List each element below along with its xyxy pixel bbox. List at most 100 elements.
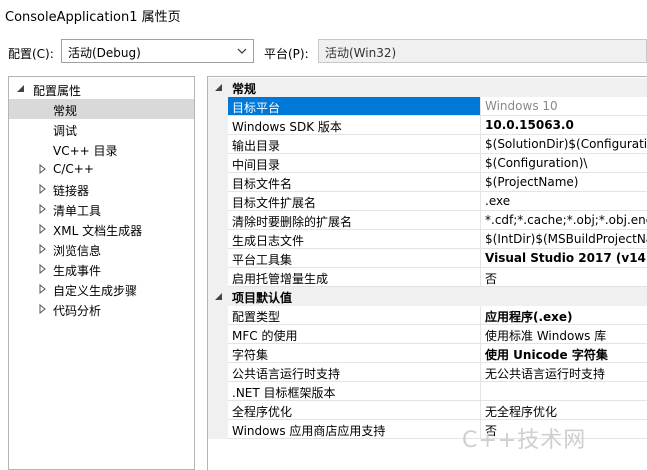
collapsed-triangle-icon[interactable] xyxy=(39,284,47,294)
platform-dropdown-value: 活动(Win32) xyxy=(325,46,397,60)
property-name: 字符集 xyxy=(232,348,269,362)
property-name: 输出目录 xyxy=(232,139,281,153)
property-name: .NET 目标框架版本 xyxy=(232,386,336,400)
property-tree: 配置属性 常规 调试 VC++ 目录 C/C++ 链接器 清单工具 XML 文档… xyxy=(8,76,195,470)
property-value: $(ProjectName) xyxy=(485,175,579,189)
category-project-defaults[interactable]: 项目默认值 xyxy=(208,287,647,306)
category-general[interactable]: 常规 xyxy=(208,78,647,97)
platform-label: 平台(P): xyxy=(264,47,309,61)
property-row-clr-support[interactable]: 公共语言运行时支持 无公共语言运行时支持 xyxy=(208,363,647,382)
tree-item-xml-doc-generator[interactable]: XML 文档生成器 xyxy=(9,219,194,239)
collapsed-triangle-icon[interactable] xyxy=(39,224,47,234)
property-value: 否 xyxy=(485,272,498,286)
property-value: 应用程序(.exe) xyxy=(485,310,573,324)
expanded-triangle-icon[interactable] xyxy=(214,83,223,92)
property-name: Windows SDK 版本 xyxy=(232,120,342,134)
property-name: 目标文件名 xyxy=(232,177,293,191)
expanded-triangle-icon[interactable] xyxy=(214,292,223,301)
property-value: 无公共语言运行时支持 xyxy=(485,367,606,381)
chevron-down-icon xyxy=(237,48,247,54)
property-value: Windows 10 xyxy=(485,99,558,113)
window-title: ConsoleApplication1 属性页 xyxy=(5,10,181,25)
platform-dropdown[interactable]: 活动(Win32) xyxy=(318,39,647,63)
tree-item-label: 代码分析 xyxy=(53,304,102,318)
property-row-target-name[interactable]: 目标文件名 $(ProjectName) xyxy=(208,173,647,192)
property-name: 平台工具集 xyxy=(232,253,293,267)
config-dropdown[interactable]: 活动(Debug) xyxy=(61,39,254,63)
tree-item-label: 常规 xyxy=(53,104,78,118)
property-name: MFC 的使用 xyxy=(232,329,298,343)
tree-item-linker[interactable]: 链接器 xyxy=(9,179,194,199)
tree-item-label: XML 文档生成器 xyxy=(53,224,143,238)
property-row-net-target-framework[interactable]: .NET 目标框架版本 xyxy=(208,382,647,401)
property-name: 目标文件扩展名 xyxy=(232,196,317,210)
tree-item-label: 生成事件 xyxy=(53,264,102,278)
tree-item-build-events[interactable]: 生成事件 xyxy=(9,259,194,279)
tree-root-config-properties[interactable]: 配置属性 xyxy=(9,79,194,99)
property-value: $(SolutionDir)$(Configuration)\ xyxy=(485,137,647,151)
property-row-windows-sdk-version[interactable]: Windows SDK 版本 10.0.15063.0 xyxy=(208,116,647,135)
tree-item-label: C/C++ xyxy=(53,162,94,176)
property-row-whole-program-optimization[interactable]: 全程序优化 无全程序优化 xyxy=(208,401,647,420)
config-label: 配置(C): xyxy=(8,47,54,61)
property-value: *.cdf;*.cache;*.obj;*.obj.enc;*.ilk xyxy=(485,213,647,227)
property-name: 全程序优化 xyxy=(232,405,293,419)
property-row-platform-toolset[interactable]: 平台工具集 Visual Studio 2017 (v141) xyxy=(208,249,647,268)
title-bar: ConsoleApplication1 属性页 xyxy=(0,0,647,30)
property-value: 10.0.15063.0 xyxy=(485,118,574,132)
tree-item-general[interactable]: 常规 xyxy=(9,99,194,119)
property-row-configuration-type[interactable]: 配置类型 应用程序(.exe) xyxy=(208,306,647,325)
property-name: 目标平台 xyxy=(232,101,281,115)
tree-item-code-analysis[interactable]: 代码分析 xyxy=(9,299,194,319)
collapsed-triangle-icon[interactable] xyxy=(39,244,47,254)
property-value: $(Configuration)\ xyxy=(485,156,588,170)
tree-item-label: 浏览信息 xyxy=(53,244,102,258)
tree-item-label: 清单工具 xyxy=(53,204,102,218)
property-row-intermediate-directory[interactable]: 中间目录 $(Configuration)\ xyxy=(208,154,647,173)
property-row-extensions-to-delete[interactable]: 清除时要删除的扩展名 *.cdf;*.cache;*.obj;*.obj.enc… xyxy=(208,211,647,230)
property-row-build-log-file[interactable]: 生成日志文件 $(IntDir)$(MSBuildProjectName).lo… xyxy=(208,230,647,249)
property-row-target-extension[interactable]: 目标文件扩展名 .exe xyxy=(208,192,647,211)
property-row-managed-incremental-build[interactable]: 启用托管增量生成 否 xyxy=(208,268,647,287)
config-dropdown-value: 活动(Debug) xyxy=(68,46,141,60)
tree-item-vc-directories[interactable]: VC++ 目录 xyxy=(9,139,194,159)
property-value: .exe xyxy=(485,194,511,208)
collapsed-triangle-icon[interactable] xyxy=(39,184,47,194)
property-name: 中间目录 xyxy=(232,158,281,172)
tree-root-label: 配置属性 xyxy=(33,84,82,98)
watermark: C++技术网 xyxy=(462,428,587,453)
property-row-output-directory[interactable]: 输出目录 $(SolutionDir)$(Configuration)\ xyxy=(208,135,647,154)
tree-item-cpp[interactable]: C/C++ xyxy=(9,159,194,179)
category-label: 项目默认值 xyxy=(232,291,293,305)
property-name: 生成日志文件 xyxy=(232,234,305,248)
property-value: 无全程序优化 xyxy=(485,405,558,419)
property-value: Visual Studio 2017 (v141) xyxy=(485,251,647,265)
expanded-triangle-icon xyxy=(17,85,24,92)
property-row-target-platform[interactable]: 目标平台 Windows 10 xyxy=(208,97,647,116)
collapsed-triangle-icon[interactable] xyxy=(39,304,47,314)
property-value: 使用 Unicode 字符集 xyxy=(485,348,608,362)
collapsed-triangle-icon[interactable] xyxy=(39,264,47,274)
tree-item-custom-build-step[interactable]: 自定义生成步骤 xyxy=(9,279,194,299)
property-name: 公共语言运行时支持 xyxy=(232,367,341,381)
property-name: 配置类型 xyxy=(232,310,281,324)
category-label: 常规 xyxy=(232,82,257,96)
property-grid: 常规 目标平台 Windows 10 Windows SDK 版本 10.0.1… xyxy=(207,76,647,470)
tree-item-label: 自定义生成步骤 xyxy=(53,284,138,298)
tree-item-label: VC++ 目录 xyxy=(53,144,118,158)
tree-item-label: 调试 xyxy=(53,124,78,138)
property-row-character-set[interactable]: 字符集 使用 Unicode 字符集 xyxy=(208,344,647,363)
property-value: 使用标准 Windows 库 xyxy=(485,329,607,343)
tree-item-label: 链接器 xyxy=(53,184,90,198)
config-toolbar: 配置(C): 活动(Debug) 平台(P): 活动(Win32) xyxy=(0,30,647,72)
property-row-use-of-mfc[interactable]: MFC 的使用 使用标准 Windows 库 xyxy=(208,325,647,344)
property-name: Windows 应用商店应用支持 xyxy=(232,424,386,438)
property-name: 启用托管增量生成 xyxy=(232,272,329,286)
property-name: 清除时要删除的扩展名 xyxy=(232,215,353,229)
collapsed-triangle-icon[interactable] xyxy=(39,204,47,214)
property-value: $(IntDir)$(MSBuildProjectName).log xyxy=(485,232,647,246)
tree-item-debugging[interactable]: 调试 xyxy=(9,119,194,139)
tree-item-browse-info[interactable]: 浏览信息 xyxy=(9,239,194,259)
collapsed-triangle-icon[interactable] xyxy=(39,164,47,174)
tree-item-manifest-tool[interactable]: 清单工具 xyxy=(9,199,194,219)
